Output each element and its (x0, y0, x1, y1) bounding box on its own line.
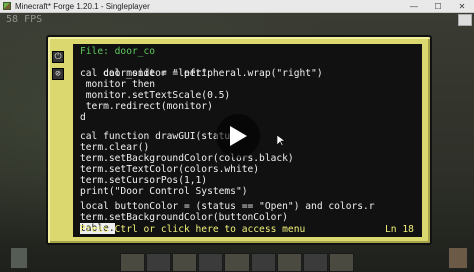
terminate-icon[interactable]: ⊘ (52, 68, 64, 80)
code-line: term.setTextColor(colors.white) (80, 164, 260, 175)
hotbar-slot[interactable] (172, 253, 198, 272)
hotbar-slot[interactable] (146, 253, 172, 272)
code-line: term.setCursorPos(1,1) (80, 175, 208, 186)
window-title-bar: Minecraft* Forge 1.20.1 - Singleplayer —… (0, 0, 474, 13)
close-button[interactable]: ✕ (450, 0, 474, 12)
hotbar-slot[interactable] (120, 253, 146, 272)
hotbar-slot[interactable] (302, 253, 328, 272)
editor-line-indicator: Ln 18 (385, 224, 414, 235)
code-line: local buttonColor = (status == "Open") a… (80, 201, 375, 212)
code-line: term.redirect(monitor) (80, 101, 213, 112)
minecraft-app-icon (3, 2, 11, 10)
code-line: cal monitor = peripheral.wrap("right") (103, 68, 323, 79)
offhand-slot (10, 247, 28, 269)
mouse-cursor-icon (277, 135, 285, 147)
hotbar-slot[interactable] (198, 253, 224, 272)
editor-filename: File: door_co (80, 46, 156, 57)
code-line: monitor.setTextScale(0.5) (80, 90, 231, 101)
code-line: print("Door Control Systems") (80, 186, 248, 197)
overlay-toggle-button[interactable] (458, 14, 472, 26)
hotbar-slot[interactable] (224, 253, 250, 272)
backpack-icon[interactable] (448, 247, 468, 269)
editor-status-message[interactable]: Press Ctrl or click here to access menu (80, 224, 305, 235)
fps-counter: 58 FPS (6, 14, 43, 25)
hotbar-slot[interactable] (328, 253, 354, 272)
code-line: term.setBackgroundColor(colors.black) (80, 153, 294, 164)
window-title: Minecraft* Forge 1.20.1 - Singleplayer (15, 1, 150, 11)
code-line: term.clear() (80, 142, 150, 153)
window-controls: — ☐ ✕ (402, 0, 474, 12)
play-icon (230, 126, 247, 146)
hotbar-slot[interactable] (276, 253, 302, 272)
code-line: monitor then (80, 79, 156, 90)
hotbar-slot[interactable] (250, 253, 276, 272)
hotbar (120, 253, 354, 272)
power-icon[interactable]: ⏻ (52, 51, 64, 63)
video-play-button[interactable] (216, 114, 260, 158)
code-line: d (80, 112, 86, 123)
code-line: term.setBackgroundColor(buttonColor) (80, 212, 288, 223)
minimize-button[interactable]: — (402, 0, 426, 12)
code-line: cal door_side = "left" (80, 68, 208, 79)
maximize-button[interactable]: ☐ (426, 0, 450, 12)
